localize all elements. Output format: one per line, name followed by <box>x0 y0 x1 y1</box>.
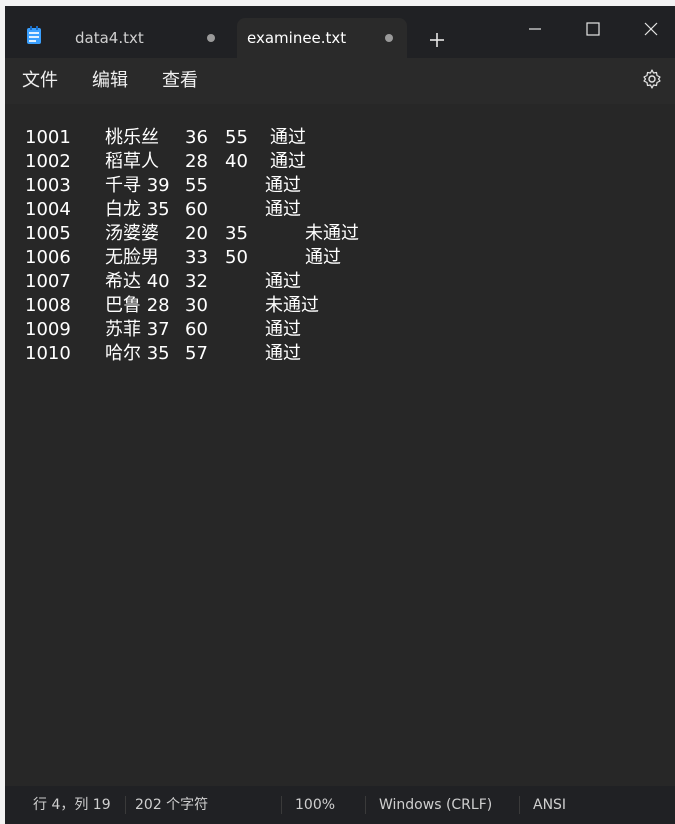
line-score1: 33 <box>185 247 208 268</box>
minimize-icon <box>529 28 541 30</box>
line-id: 1003 <box>25 175 71 196</box>
line-result: 通过 <box>270 151 306 172</box>
line-name: 巴鲁 28 <box>105 295 170 316</box>
line-score1: 20 <box>185 223 208 244</box>
settings-button[interactable] <box>641 68 663 90</box>
menu-bar: 文件 编辑 查看 <box>5 58 675 104</box>
line-result: 通过 <box>265 199 301 220</box>
encoding[interactable]: ANSI <box>533 786 566 824</box>
text-line: 1004 白龙 35 60 通过 <box>25 198 301 222</box>
line-id: 1002 <box>25 151 71 172</box>
status-divider <box>365 796 366 814</box>
text-line: 1002 稻草人 28 40 通过 <box>25 150 306 174</box>
line-score1: 60 <box>185 319 208 340</box>
line-name: 哈尔 35 <box>105 343 170 364</box>
tab-examinee[interactable]: examinee.txt <box>237 18 407 58</box>
unsaved-dot-icon <box>385 34 393 42</box>
maximize-icon <box>586 22 600 36</box>
minimize-button[interactable] <box>513 12 557 46</box>
line-result: 未通过 <box>305 223 359 244</box>
close-button[interactable] <box>629 12 673 46</box>
cursor-position: 行 4，列 19 <box>33 797 111 813</box>
title-bar: data4.txt examinee.txt <box>5 6 675 58</box>
line-score2: 50 <box>225 247 248 268</box>
line-id: 1006 <box>25 247 71 268</box>
line-score1: 57 <box>185 343 208 364</box>
notepad-icon <box>25 26 43 46</box>
tab-data4[interactable]: data4.txt <box>53 18 229 58</box>
new-tab-button[interactable] <box>425 28 449 52</box>
status-divider <box>281 796 282 814</box>
line-name: 苏菲 37 <box>105 319 170 340</box>
line-id: 1010 <box>25 343 71 364</box>
line-score1: 36 <box>185 127 208 148</box>
zoom-level[interactable]: 100% <box>295 786 335 824</box>
line-result: 通过 <box>265 319 301 340</box>
close-icon <box>644 22 658 36</box>
maximize-button[interactable] <box>571 12 615 46</box>
text-line: 1003 千寻 39 55 通过 <box>25 174 301 198</box>
text-line: 1006 无脸男 33 50 通过 <box>25 246 341 270</box>
text-line: 1009 苏菲 37 60 通过 <box>25 318 301 342</box>
line-result: 通过 <box>265 343 301 364</box>
line-score1: 32 <box>185 271 208 292</box>
line-id: 1009 <box>25 319 71 340</box>
line-id: 1004 <box>25 199 71 220</box>
tab-title: examinee.txt <box>247 29 347 47</box>
text-line: 1007 希达 40 32 通过 <box>25 270 301 294</box>
line-score2: 55 <box>225 127 248 148</box>
unsaved-dot-icon <box>207 34 215 42</box>
status-bar: 行 4，列 19 202 个字符 100% Windows (CRLF) ANS… <box>5 786 675 824</box>
line-name: 白龙 35 <box>105 199 170 220</box>
notepad-window: data4.txt examinee.txt 文件 编辑 查看 1001 桃乐丝… <box>5 6 675 824</box>
line-score1: 30 <box>185 295 208 316</box>
line-result: 通过 <box>305 247 341 268</box>
line-name: 无脸男 <box>105 247 159 268</box>
text-line: 1008 巴鲁 28 30 未通过 <box>25 294 319 318</box>
line-score2: 35 <box>225 223 248 244</box>
menu-view[interactable]: 查看 <box>162 70 198 92</box>
text-line: 1010 哈尔 35 57 通过 <box>25 342 301 366</box>
line-result: 通过 <box>265 175 301 196</box>
line-score1: 28 <box>185 151 208 172</box>
line-name: 汤婆婆 <box>105 223 159 244</box>
gear-icon <box>643 69 661 89</box>
line-score2: 40 <box>225 151 248 172</box>
line-id: 1001 <box>25 127 71 148</box>
character-count: 202 个字符 <box>135 797 209 813</box>
menu-file[interactable]: 文件 <box>22 70 58 92</box>
line-ending[interactable]: Windows (CRLF) <box>379 786 492 824</box>
line-name: 希达 40 <box>105 271 170 292</box>
status-divider <box>519 796 520 814</box>
line-id: 1005 <box>25 223 71 244</box>
tab-title: data4.txt <box>75 29 144 47</box>
line-score1: 55 <box>185 175 208 196</box>
text-editor[interactable]: 1001 桃乐丝 36 55 通过 1002 稻草人 28 40 通过 1003… <box>5 104 675 786</box>
text-line: 1005 汤婆婆 20 35 未通过 <box>25 222 359 246</box>
plus-icon <box>430 33 444 47</box>
line-result: 未通过 <box>265 295 319 316</box>
line-id: 1007 <box>25 271 71 292</box>
line-id: 1008 <box>25 295 71 316</box>
line-score1: 60 <box>185 199 208 220</box>
line-name: 千寻 39 <box>105 175 170 196</box>
line-result: 通过 <box>270 127 306 148</box>
line-name: 桃乐丝 <box>105 127 159 148</box>
menu-edit[interactable]: 编辑 <box>92 70 128 92</box>
line-result: 通过 <box>265 271 301 292</box>
status-divider <box>125 796 126 814</box>
text-line: 1001 桃乐丝 36 55 通过 <box>25 126 306 150</box>
line-name: 稻草人 <box>105 151 159 172</box>
